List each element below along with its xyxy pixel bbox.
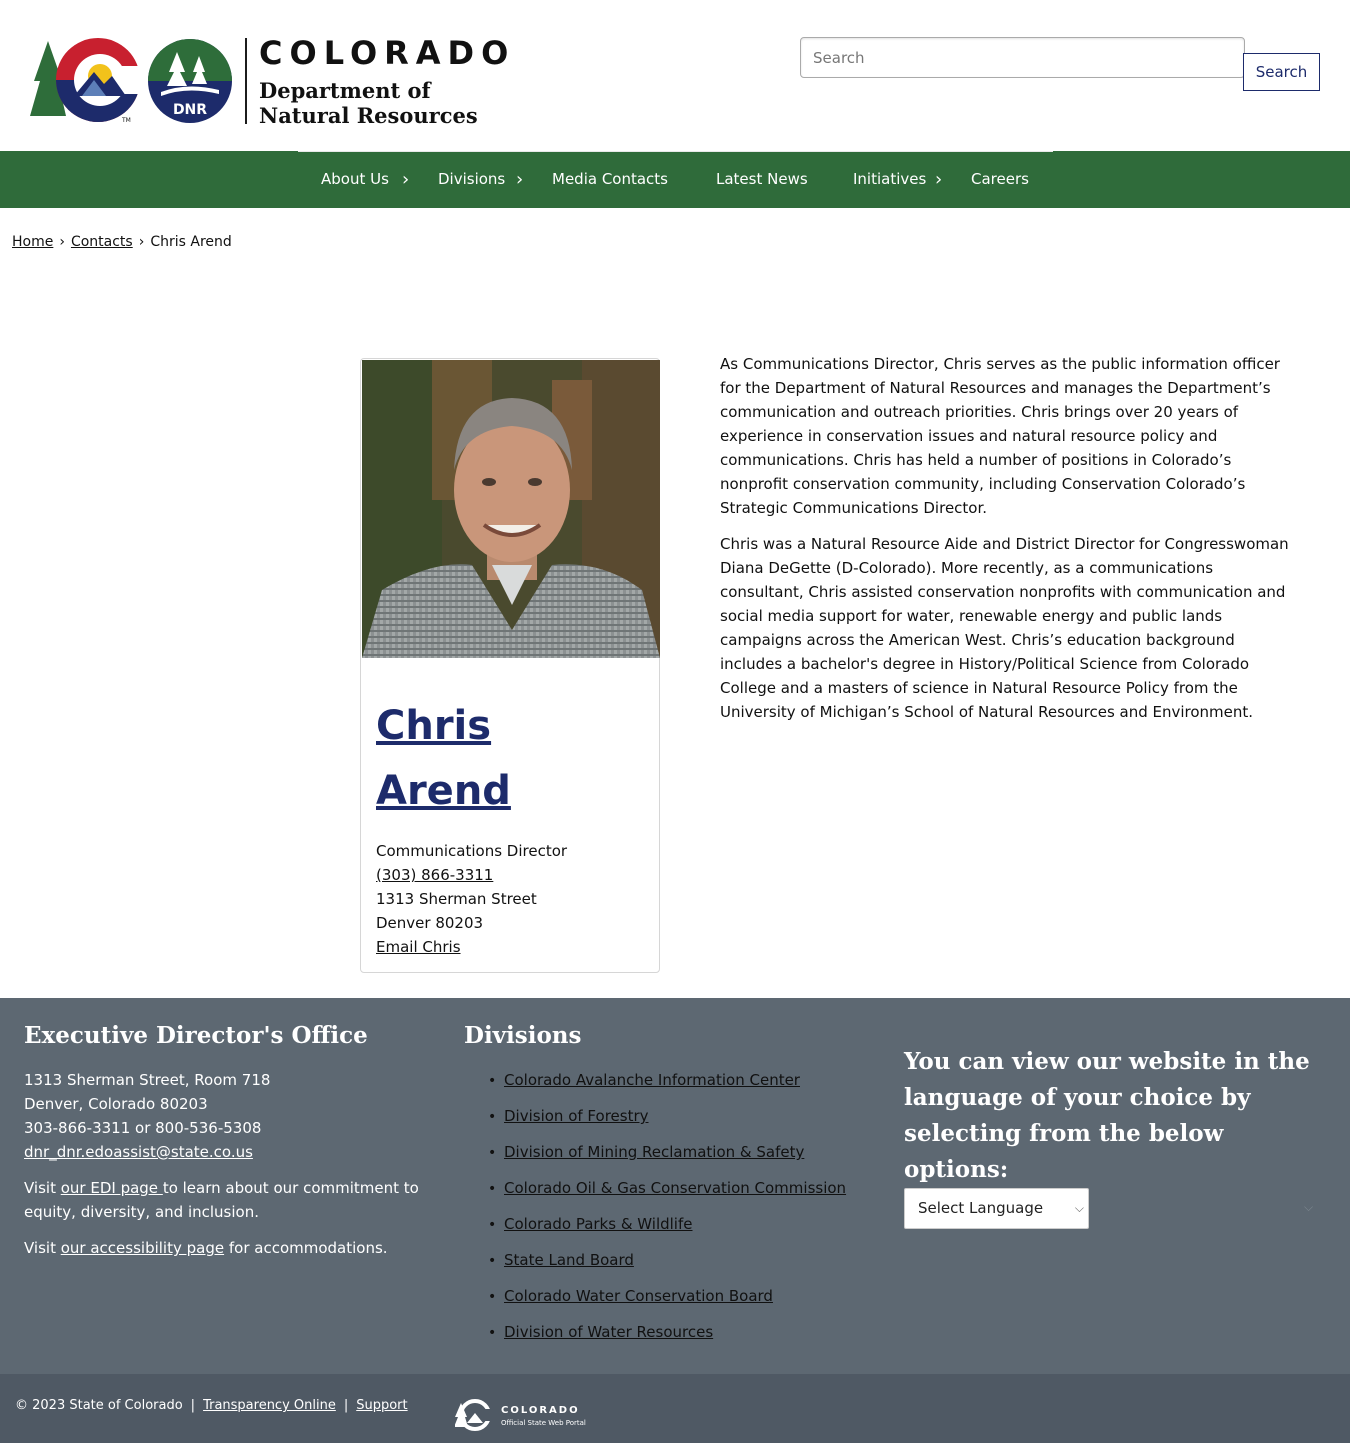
colorado-dnr-logo[interactable]: TM DNR COLORADO Department of Natural Re… xyxy=(30,34,510,128)
search-input[interactable] xyxy=(800,37,1245,78)
breadcrumb-home-link[interactable]: Home xyxy=(12,234,53,250)
nav-item-latest-news[interactable]: Latest News xyxy=(716,151,808,208)
dnr-badge-icon: DNR xyxy=(148,39,232,123)
logo-divider xyxy=(245,38,247,124)
profile-card: Chris Arend Communications Director (303… xyxy=(360,358,660,973)
division-link[interactable]: Division of Water Resources xyxy=(504,1323,713,1341)
division-link[interactable]: Colorado Avalanche Information Center xyxy=(504,1071,800,1089)
list-item: • Colorado Oil & Gas Conservation Commiss… xyxy=(488,1176,846,1212)
bullet-icon: • xyxy=(488,1325,497,1341)
footer-accessibility-text: Visit our accessibility page for accommo… xyxy=(24,1236,388,1260)
footer-office-address-2: Denver, Colorado 80203 xyxy=(24,1095,208,1113)
breadcrumb: Home › Contacts › Chris Arend xyxy=(12,234,232,250)
footer-office-address-1: 1313 Sherman Street, Room 718 xyxy=(24,1071,271,1089)
copyright-text: © 2023 State of Colorado xyxy=(15,1398,183,1413)
breadcrumb-separator: › xyxy=(59,234,65,250)
nav-item-divisions[interactable]: Divisions xyxy=(438,151,505,208)
division-link[interactable]: Colorado Water Conservation Board xyxy=(504,1287,773,1305)
language-select[interactable]: Select Language ⌵ xyxy=(904,1188,1089,1229)
list-item: • State Land Board xyxy=(488,1248,846,1284)
bullet-icon: • xyxy=(488,1073,497,1089)
colorado-c-logo-icon: TM xyxy=(30,38,142,124)
bullet-icon: • xyxy=(488,1253,497,1269)
divisions-list: • Colorado Avalanche Information Center •… xyxy=(488,1068,846,1356)
nav-item-careers[interactable]: Careers xyxy=(971,151,1029,208)
profile-city: Denver 80203 xyxy=(376,914,484,932)
breadcrumb-current: Chris Arend xyxy=(150,234,232,250)
portal-subtitle: Official State Web Portal xyxy=(501,1419,586,1427)
division-link[interactable]: Division of Mining Reclamation & Safety xyxy=(504,1143,804,1161)
colorado-c-outline-icon xyxy=(455,1399,493,1431)
division-link[interactable]: Colorado Parks & Wildlife xyxy=(504,1215,693,1233)
pipe-separator: | xyxy=(190,1398,196,1413)
chevron-right-icon[interactable]: › xyxy=(935,151,942,208)
list-item: • Division of Water Resources xyxy=(488,1320,846,1356)
bullet-icon: • xyxy=(488,1109,497,1125)
profile-first-name[interactable]: Chris xyxy=(376,694,646,759)
chevron-right-icon[interactable]: › xyxy=(402,151,409,208)
breadcrumb-contacts-link[interactable]: Contacts xyxy=(71,234,133,250)
division-link[interactable]: Division of Forestry xyxy=(504,1107,649,1125)
dnr-badge-text: DNR xyxy=(173,102,207,118)
profile-name-link[interactable]: Chris Arend xyxy=(376,694,646,824)
footer-divisions-heading: Divisions xyxy=(464,1022,582,1049)
portal-wordmark: COLORADO xyxy=(501,1405,580,1416)
footer-office-email-link[interactable]: dnr_dnr.edoassist@state.co.us xyxy=(24,1140,253,1164)
profile-email-link[interactable]: Email Chris xyxy=(376,935,461,959)
edi-suffix: to learn about our commitment to xyxy=(162,1179,419,1197)
list-item: • Division of Forestry xyxy=(488,1104,846,1140)
profile-photo xyxy=(362,360,660,658)
pipe-separator: | xyxy=(343,1398,349,1413)
colorado-portal-logo[interactable]: COLORADO Official State Web Portal xyxy=(455,1399,595,1431)
trademark-mark: TM xyxy=(121,117,131,124)
logo-department-name: Department of Natural Resources xyxy=(259,78,478,128)
language-heading: You can view our website in the language… xyxy=(904,1048,1310,1183)
bullet-icon: • xyxy=(488,1289,497,1305)
breadcrumb-separator: › xyxy=(138,234,145,250)
access-prefix: Visit xyxy=(24,1239,61,1257)
bullet-icon: • xyxy=(488,1217,497,1233)
edi-prefix: Visit xyxy=(24,1179,61,1197)
profile-last-name[interactable]: Arend xyxy=(376,759,646,824)
division-link[interactable]: Colorado Oil & Gas Conservation Commissi… xyxy=(504,1179,846,1197)
list-item: • Colorado Parks & Wildlife xyxy=(488,1212,846,1248)
transparency-online-link[interactable]: Transparency Online xyxy=(203,1398,336,1413)
bio-paragraph: Chris was a Natural Resource Aide and Di… xyxy=(720,535,1289,721)
nav-item-about-us[interactable]: About Us xyxy=(321,151,389,208)
chevron-right-icon[interactable]: › xyxy=(516,151,523,208)
chevron-down-icon: ⌵ xyxy=(1074,1201,1084,1215)
edi-page-link[interactable]: our EDI page xyxy=(61,1179,163,1197)
accessibility-page-link[interactable]: our accessibility page xyxy=(61,1239,224,1257)
profile-phone-link[interactable]: (303) 866-3311 xyxy=(376,863,493,887)
footer-edi-text-2: equity, diversity, and inclusion. xyxy=(24,1203,259,1221)
nav-item-initiatives[interactable]: Initiatives xyxy=(853,151,926,208)
footer-office-heading: Executive Director's Office xyxy=(24,1022,368,1049)
division-link[interactable]: State Land Board xyxy=(504,1251,634,1269)
bottom-bar-links: © 2023 State of Colorado | Transparency On… xyxy=(15,1397,408,1415)
footer-office-phones: 303-866-3311 or 800-536-5308 xyxy=(24,1119,262,1137)
access-suffix: for accommodations. xyxy=(224,1239,388,1257)
language-select-value: Select Language xyxy=(918,1199,1044,1217)
search-button[interactable]: Search xyxy=(1243,53,1320,91)
office-email-link[interactable]: dnr_dnr.edoassist@state.co.us xyxy=(24,1143,253,1161)
logo-line-1: Department of xyxy=(259,78,431,103)
main-navigation xyxy=(0,151,1350,208)
bullet-icon: • xyxy=(488,1181,497,1197)
bullet-icon: • xyxy=(488,1145,497,1161)
profile-bio: As Communications Director, Chris serves… xyxy=(720,352,1295,736)
bio-paragraph: As Communications Director, Chris serves… xyxy=(720,355,1280,517)
list-item: • Division of Mining Reclamation & Safety xyxy=(488,1140,846,1176)
list-item: • Colorado Avalanche Information Center xyxy=(488,1068,846,1104)
logo-line-2: Natural Resources xyxy=(259,103,478,128)
logo-wordmark: COLORADO xyxy=(259,34,516,72)
list-item: • Colorado Water Conservation Board xyxy=(488,1284,846,1320)
chevron-down-icon: ⌵ xyxy=(1304,1200,1314,1214)
profile-street: 1313 Sherman Street xyxy=(376,890,537,908)
footer-edi-text: Visit our EDI page to learn about our co… xyxy=(24,1176,419,1200)
nav-item-media-contacts[interactable]: Media Contacts xyxy=(552,151,668,208)
support-link[interactable]: Support xyxy=(356,1398,407,1413)
profile-title: Communications Director xyxy=(376,842,568,860)
